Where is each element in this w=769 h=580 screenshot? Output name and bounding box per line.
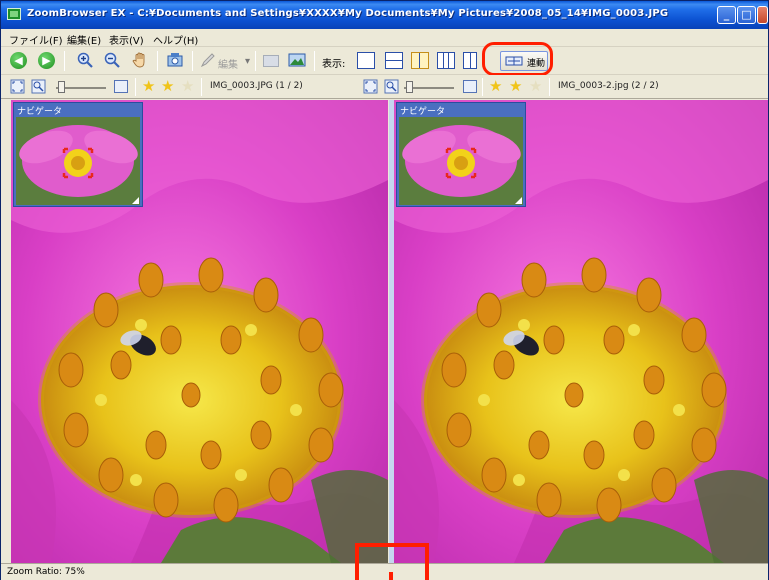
toolbar-separator	[314, 51, 315, 71]
menu-view[interactable]: 表示(V)	[109, 32, 144, 47]
back-icon[interactable]: ◀	[10, 52, 27, 69]
left-strip	[1, 100, 11, 563]
fit-icon[interactable]	[10, 79, 25, 94]
actual-size-icon[interactable]	[384, 79, 399, 94]
link-button[interactable]: 連動	[500, 51, 548, 71]
toolbar-separator	[157, 51, 158, 71]
navigator-title: ナビゲータ	[17, 107, 63, 117]
main-toolbar: ◀ ▶ 編集 ▾ 表示: 連動	[1, 47, 768, 75]
left-file-label: IMG_0003.JPG (1 / 2)	[210, 81, 303, 91]
zoombrowser-window: ZoomBrowser EX - C:¥Documents and Settin…	[0, 0, 769, 580]
navigator-resize-handle[interactable]	[132, 197, 139, 204]
view-label: 表示:	[322, 59, 346, 70]
minimize-button[interactable]: _	[717, 6, 736, 24]
menu-file[interactable]: ファイル(F)	[9, 32, 63, 47]
pane-toolbar: ★ ★ ★ IMG_0003.JPG (1 / 2) ★ ★ ★ IMG_000…	[1, 75, 768, 99]
zoom-slider-left[interactable]	[56, 81, 106, 93]
toolbar-separator	[549, 78, 550, 96]
actual-size-icon[interactable]	[31, 79, 46, 94]
navigator-thumbnail[interactable]	[399, 117, 523, 205]
navigator-right[interactable]: ナビゲータ	[396, 102, 526, 207]
zoom-ratio-text: Zoom Ratio: 75%	[7, 567, 85, 577]
navigator-title: ナビゲータ	[400, 107, 446, 117]
photo-icon[interactable]	[288, 52, 306, 68]
toolbar-separator	[482, 78, 483, 96]
star-icon[interactable]: ★	[142, 78, 155, 94]
star-icon[interactable]: ★	[529, 78, 542, 94]
toolbar-separator	[64, 51, 65, 71]
right-image-pane[interactable]: ナビゲータ	[394, 100, 768, 563]
divider-highlight-stem	[389, 572, 393, 580]
star-icon[interactable]: ★	[181, 78, 194, 94]
menu-edit[interactable]: 編集(E)	[67, 32, 101, 47]
left-image-pane[interactable]: ナビゲータ	[11, 100, 388, 563]
menu-bar: ファイル(F) 編集(E) 表示(V) ヘルプ(H)	[1, 29, 768, 47]
view-split-horizontal-icon[interactable]	[385, 52, 403, 69]
navigator-thumbnail[interactable]	[16, 117, 140, 205]
link-label: 連動	[527, 59, 546, 69]
star-icon[interactable]: ★	[509, 78, 522, 94]
title-bar[interactable]: ZoomBrowser EX - C:¥Documents and Settin…	[1, 1, 768, 29]
navigator-thumbnail-image	[399, 117, 523, 205]
rotate-icon[interactable]	[165, 51, 185, 69]
hand-icon[interactable]	[131, 51, 149, 69]
right-file-label: IMG_0003-2.jpg (2 / 2)	[558, 81, 659, 91]
view-split-vertical-icon[interactable]	[411, 52, 429, 69]
toolbar-separator	[255, 51, 256, 71]
view-triple-icon[interactable]	[437, 52, 455, 69]
link-icon	[505, 56, 523, 66]
navigator-thumbnail-image	[16, 117, 140, 205]
fit-icon[interactable]	[363, 79, 378, 94]
forward-icon[interactable]: ▶	[38, 52, 55, 69]
star-icon[interactable]: ★	[161, 78, 174, 94]
zoom-in-icon[interactable]	[77, 52, 93, 68]
maximize-button[interactable]: □	[737, 6, 756, 24]
edit-label[interactable]: 編集	[218, 56, 238, 71]
navigator-left[interactable]: ナビゲータ	[13, 102, 143, 207]
navigator-resize-handle[interactable]	[515, 197, 522, 204]
view-single-icon[interactable]	[357, 52, 375, 69]
zoom-slider-right[interactable]	[404, 81, 454, 93]
view-grid-icon[interactable]	[463, 52, 477, 69]
zoom-box-icon[interactable]	[463, 80, 477, 93]
zoom-out-icon[interactable]	[104, 52, 120, 68]
edit-icon[interactable]	[200, 52, 216, 68]
menu-help[interactable]: ヘルプ(H)	[153, 32, 198, 47]
app-icon	[7, 8, 21, 20]
close-button[interactable]	[757, 6, 768, 24]
star-icon[interactable]: ★	[489, 78, 502, 94]
window-title: ZoomBrowser EX - C:¥Documents and Settin…	[27, 8, 669, 19]
toolbar-separator	[192, 51, 193, 71]
compare-icon[interactable]	[263, 55, 279, 67]
toolbar-separator	[201, 78, 202, 96]
toolbar-separator	[135, 78, 136, 96]
edit-dropdown-arrow[interactable]: ▾	[245, 56, 250, 67]
zoom-box-icon[interactable]	[114, 80, 128, 93]
